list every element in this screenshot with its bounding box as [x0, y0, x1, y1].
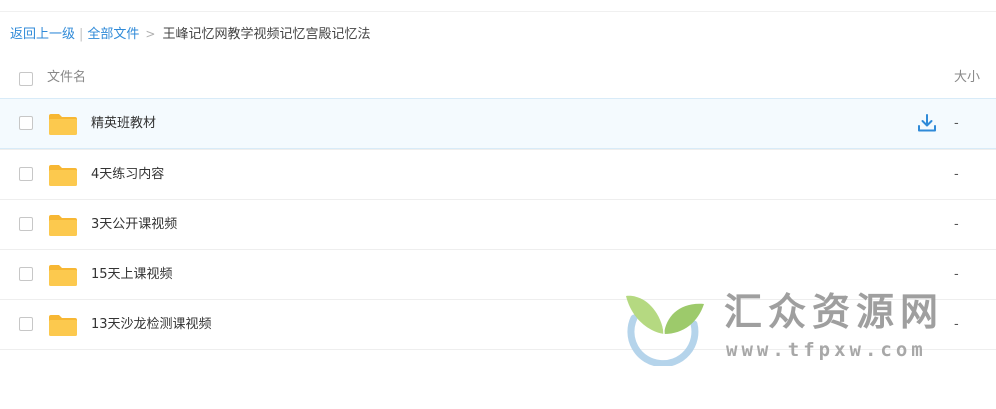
breadcrumb: 返回上一级 | 全部文件 > 王峰记忆网教学视频记忆宫殿记忆法 [10, 24, 371, 44]
file-size: - [954, 116, 959, 131]
leaf-logo-icon [626, 295, 704, 366]
file-row[interactable]: 3天公开课视频 - [0, 199, 996, 249]
watermark-title: 汇众资源网 [724, 290, 945, 334]
watermark-url: www.tfpxw.com [726, 339, 927, 361]
file-list-header: 文件名 大小 [0, 60, 996, 98]
row-checkbox[interactable] [19, 116, 33, 130]
current-folder-name: 王峰记忆网教学视频记忆宫殿记忆法 [162, 27, 371, 42]
folder-icon [49, 114, 77, 135]
file-row[interactable]: 精英班教材 - [0, 98, 996, 149]
file-name[interactable]: 15天上课视频 [91, 265, 173, 285]
file-row[interactable]: 4天练习内容 - [0, 149, 996, 199]
select-all-checkbox[interactable] [19, 72, 33, 86]
folder-icon [49, 265, 77, 286]
row-checkbox[interactable] [19, 317, 33, 331]
file-size: - [954, 167, 959, 182]
back-link[interactable]: 返回上一级 [10, 27, 75, 42]
column-header-size[interactable]: 大小 [954, 68, 980, 88]
folder-icon [49, 215, 77, 236]
top-divider [0, 11, 996, 12]
breadcrumb-separator: | [79, 27, 84, 42]
watermark: 汇众资源网 www.tfpxw.com [620, 288, 960, 368]
file-name[interactable]: 13天沙龙检测课视频 [91, 315, 212, 335]
file-name[interactable]: 精英班教材 [91, 114, 156, 134]
row-checkbox[interactable] [19, 267, 33, 281]
breadcrumb-arrow: > [145, 27, 156, 41]
file-name[interactable]: 4天练习内容 [91, 165, 164, 185]
file-name[interactable]: 3天公开课视频 [91, 215, 177, 235]
folder-icon [49, 165, 77, 186]
all-files-link[interactable]: 全部文件 [87, 27, 139, 42]
row-checkbox[interactable] [19, 217, 33, 231]
file-size: - [954, 267, 959, 282]
folder-icon [49, 315, 77, 336]
download-icon[interactable] [917, 113, 937, 133]
column-header-name[interactable]: 文件名 [47, 68, 86, 88]
row-checkbox[interactable] [19, 167, 33, 181]
file-size: - [954, 217, 959, 232]
